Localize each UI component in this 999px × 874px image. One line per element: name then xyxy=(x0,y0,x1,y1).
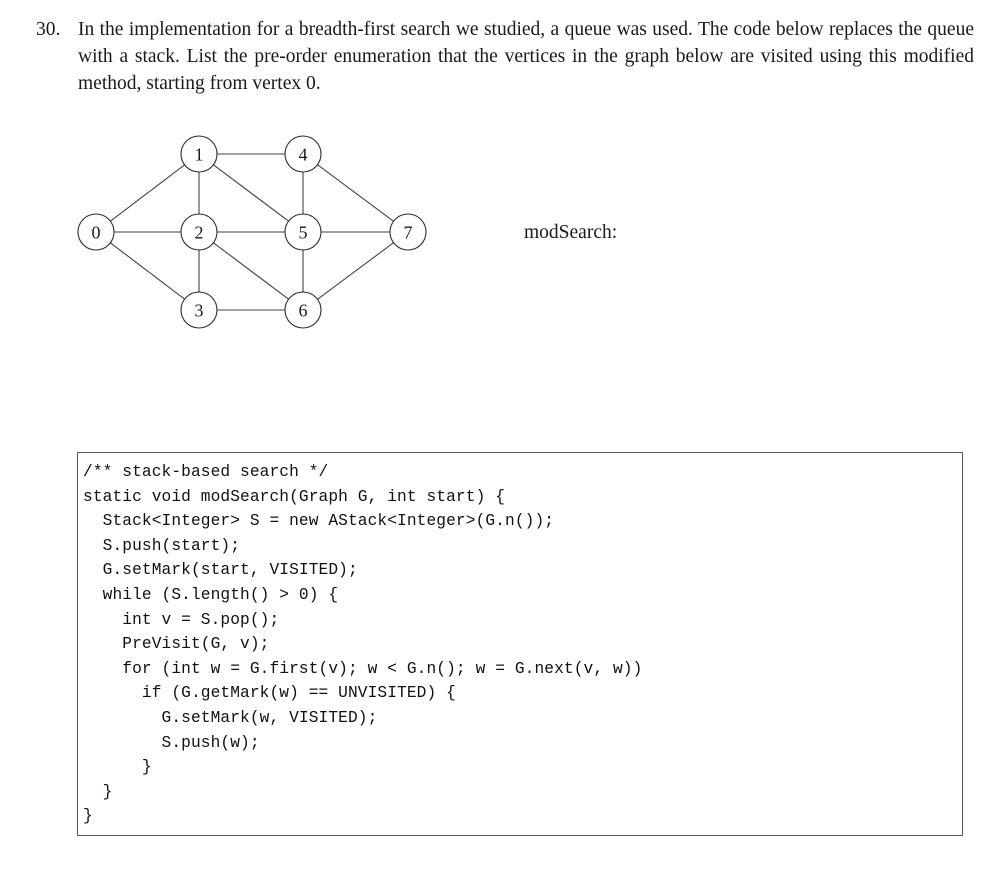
question-text: In the implementation for a breadth-firs… xyxy=(78,19,974,94)
graph-node-label-2: 2 xyxy=(195,223,204,243)
graph-node-1: 1 xyxy=(180,135,218,173)
undirected-graph-diagram: 0 1 2 3 4 5 6 7 xyxy=(77,135,427,329)
code-listing-box: /** stack-based search */ static void mo… xyxy=(77,452,963,836)
graph-node-label-4: 4 xyxy=(299,145,308,165)
graph-node-label-7: 7 xyxy=(404,223,413,243)
graph-node-label-5: 5 xyxy=(299,223,308,243)
graph-node-0: 0 xyxy=(77,213,115,251)
graph-node-6: 6 xyxy=(284,291,322,329)
graph-node-4: 4 xyxy=(284,135,322,173)
graph-node-7: 7 xyxy=(389,213,427,251)
question-block: 30. In the implementation for a breadth-… xyxy=(36,16,976,97)
graph-edge-6-7 xyxy=(317,242,394,300)
graph-node-3: 3 xyxy=(180,291,218,329)
graph-node-label-6: 6 xyxy=(299,301,308,321)
graph-edge-2-6 xyxy=(213,242,289,300)
question-number: 30. xyxy=(36,19,61,40)
graph-node-label-0: 0 xyxy=(92,223,101,243)
graph-edge-group xyxy=(110,153,394,311)
graph-node-2: 2 xyxy=(180,213,218,251)
graph-edge-0-1 xyxy=(110,164,185,222)
graph-node-label-3: 3 xyxy=(195,301,204,321)
graph-edge-4-7 xyxy=(317,164,394,222)
mod-search-caption: modSearch: xyxy=(524,222,618,243)
code-listing-text: /** stack-based search */ static void mo… xyxy=(83,463,643,826)
graph-figure: 0 1 2 3 4 5 6 7 xyxy=(60,118,440,343)
graph-edge-1-5 xyxy=(213,164,289,222)
graph-node-5: 5 xyxy=(284,213,322,251)
graph-node-label-1: 1 xyxy=(195,145,204,165)
graph-edge-0-3 xyxy=(110,242,185,300)
